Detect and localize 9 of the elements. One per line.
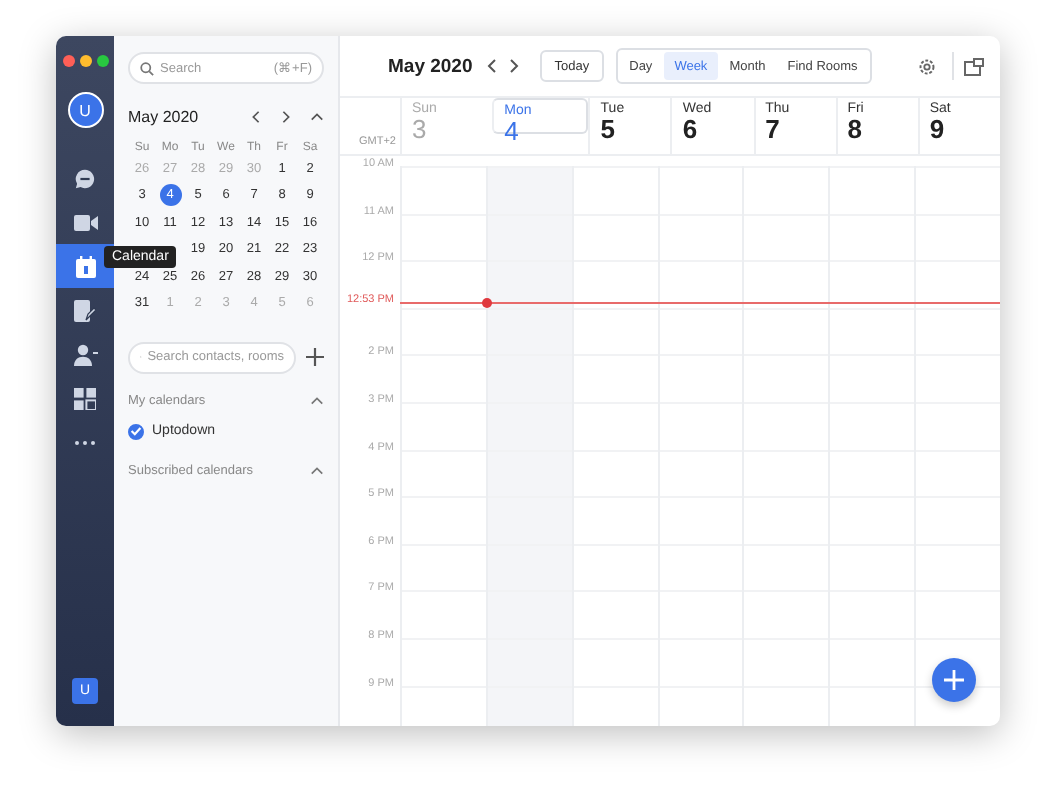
month-title: May 2020 xyxy=(388,55,473,77)
day-number: 6 xyxy=(682,116,700,144)
day-number: 7 xyxy=(765,116,782,144)
user-avatar[interactable]: U xyxy=(67,92,103,128)
day-number: 9 xyxy=(929,116,947,144)
day-number: 8 xyxy=(847,116,864,144)
month-title: May 2020 xyxy=(128,107,199,125)
day-number: 5 xyxy=(600,116,618,144)
day-number: 3 xyxy=(412,116,429,144)
